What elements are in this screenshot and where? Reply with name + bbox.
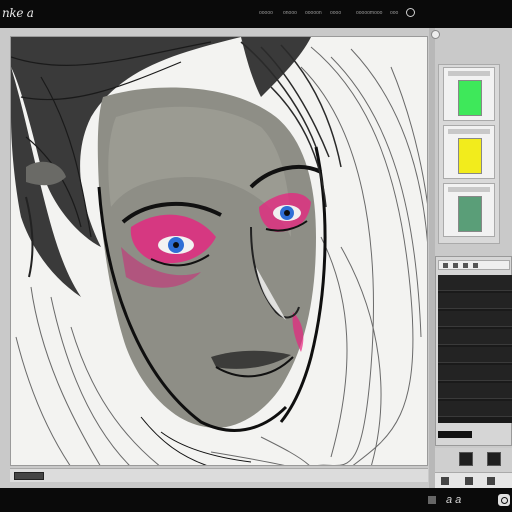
- tool-dock: [435, 448, 512, 488]
- layer-row[interactable]: [438, 383, 512, 399]
- navigator-thumbnail[interactable]: [14, 472, 44, 480]
- swatch-card[interactable]: [443, 183, 495, 237]
- status-indicator-icon: [428, 496, 436, 504]
- layers-footer: [438, 427, 510, 441]
- panel-grip-icon[interactable]: [431, 30, 440, 39]
- tray-icon[interactable]: [441, 477, 449, 485]
- swatch-card-header: [448, 71, 490, 76]
- swatch-panel: [438, 64, 500, 244]
- layer-row[interactable]: [438, 401, 512, 417]
- app-logo: nke a: [2, 6, 34, 20]
- workspace: [0, 28, 512, 488]
- camera-icon[interactable]: [498, 494, 510, 506]
- swatch-card-header: [448, 129, 490, 134]
- layer-row[interactable]: [438, 293, 512, 309]
- layers-toolbar: [438, 260, 510, 270]
- swatch-card[interactable]: [443, 67, 495, 121]
- tray-icon[interactable]: [465, 477, 473, 485]
- color-swatch[interactable]: [458, 80, 482, 116]
- layer-tool-button[interactable]: [443, 263, 448, 268]
- layer-row[interactable]: [438, 365, 512, 381]
- color-swatch[interactable]: [458, 138, 482, 174]
- swatch-card[interactable]: [443, 125, 495, 179]
- layer-tool-button[interactable]: [453, 263, 458, 268]
- menu-item[interactable]: ooo: [390, 10, 398, 16]
- layer-tool-button[interactable]: [473, 263, 478, 268]
- portrait-artwork: [11, 37, 427, 465]
- menu-item[interactable]: ooooon: [305, 10, 322, 16]
- layer-tool-button[interactable]: [463, 263, 468, 268]
- canvas-status-bar: [10, 468, 428, 482]
- swatch-card-header: [448, 187, 490, 192]
- status-label: a a: [446, 494, 462, 506]
- help-icon[interactable]: [406, 8, 415, 17]
- layer-row[interactable]: [438, 329, 512, 345]
- menu-bar: nke a ooooo onooo ooooon oooo ooooomooo …: [0, 0, 512, 28]
- opacity-slider[interactable]: [438, 431, 472, 438]
- layers-panel: [435, 256, 512, 446]
- dock-button[interactable]: [487, 452, 501, 466]
- color-swatch[interactable]: [458, 196, 482, 232]
- layers-list: [438, 275, 512, 423]
- layer-row[interactable]: [438, 275, 512, 291]
- status-bar: a a: [0, 488, 512, 512]
- layer-row[interactable]: [438, 347, 512, 363]
- menu-item[interactable]: oooo: [330, 10, 341, 16]
- layer-row[interactable]: [438, 311, 512, 327]
- menu-item[interactable]: onooo: [283, 10, 297, 16]
- dock-tray: [435, 472, 512, 488]
- menu-item[interactable]: ooooomooo: [356, 10, 382, 16]
- menu-item[interactable]: ooooo: [259, 10, 273, 16]
- tray-icon[interactable]: [487, 477, 495, 485]
- dock-button[interactable]: [459, 452, 473, 466]
- drawing-canvas[interactable]: [10, 36, 428, 466]
